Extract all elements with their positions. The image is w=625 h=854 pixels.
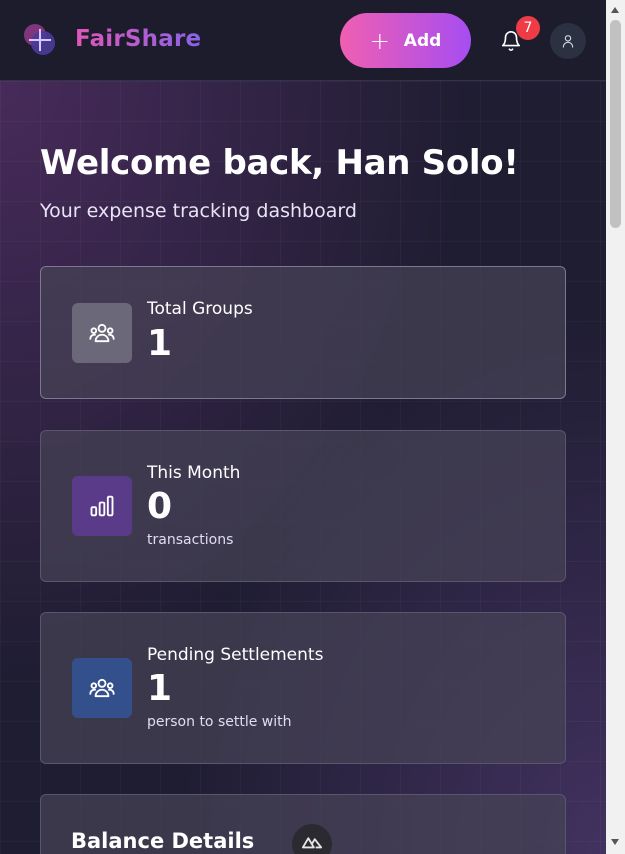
scrollbar-thumb[interactable] (610, 20, 621, 228)
this-month-label: This Month (147, 463, 241, 483)
add-button-label: Add (403, 30, 442, 51)
add-button[interactable]: + Add (340, 13, 471, 68)
this-month-value: 0 (147, 486, 173, 527)
scroll-up-arrow-icon[interactable] (611, 7, 619, 13)
bar-chart-icon (90, 495, 114, 517)
fairshare-logo-icon[interactable] (22, 22, 58, 58)
app-header: FairShare + Add 7 (0, 0, 606, 81)
total-groups-value: 1 (147, 323, 173, 364)
balance-details-title: Balance Details (71, 829, 255, 853)
nuxt-logo-icon (301, 837, 323, 849)
page-scrollbar[interactable] (606, 0, 625, 854)
user-avatar[interactable] (550, 23, 586, 59)
users-icon (89, 323, 115, 343)
total-groups-card[interactable]: Total Groups 1 (40, 266, 566, 399)
scroll-down-arrow-icon[interactable] (611, 839, 619, 845)
page-subtitle: Your expense tracking dashboard (40, 200, 357, 222)
dashboard-main: Welcome back, Han Solo! Your expense tra… (0, 81, 606, 854)
users-icon (89, 678, 115, 698)
user-icon (562, 35, 574, 48)
this-month-card[interactable]: This Month 0 transactions (40, 430, 566, 582)
this-month-sub: transactions (147, 532, 234, 548)
page-title: Welcome back, Han Solo! (40, 143, 519, 183)
notification-badge: 7 (516, 16, 540, 40)
total-groups-label: Total Groups (147, 299, 253, 319)
brand-name[interactable]: FairShare (75, 26, 201, 52)
pending-settlements-sub: person to settle with (147, 714, 292, 730)
this-month-icon-box (72, 476, 132, 536)
plus-icon: + (369, 26, 390, 55)
pending-settlements-card[interactable]: Pending Settlements 1 person to settle w… (40, 612, 566, 764)
pending-settlements-label: Pending Settlements (147, 645, 324, 665)
pending-settlements-value: 1 (147, 668, 173, 709)
pending-settlements-icon-box (72, 658, 132, 718)
total-groups-icon-box (72, 303, 132, 363)
